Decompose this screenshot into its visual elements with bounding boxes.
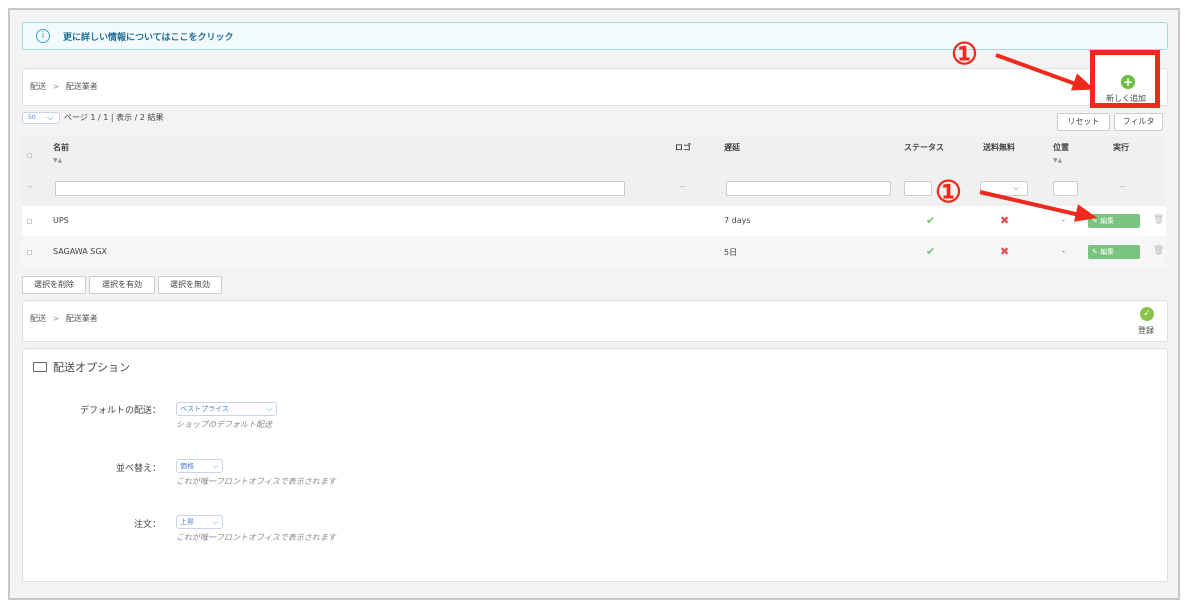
sort-by-value: 価格 xyxy=(180,462,194,470)
position-sort-arrows-icon[interactable]: ▼▲ xyxy=(1053,157,1062,164)
order-select[interactable]: 上昇 ⌵ xyxy=(176,515,223,529)
bulk-disable-button[interactable]: 選択を無効 xyxy=(158,276,222,294)
add-new-label: 新しく追加 xyxy=(1106,94,1146,103)
col-status-header: ステータス xyxy=(904,143,944,152)
free-shipping-disabled-icon[interactable]: ✖ xyxy=(1000,214,1009,227)
col-actions-header: 実行 xyxy=(1113,143,1129,152)
pagination-text: ページ 1 / 1 | 表示 / 2 結果 xyxy=(64,113,164,122)
pencil-icon: ✎ xyxy=(1092,248,1101,256)
bottom-toolbar: 配送 > 配送業者 ✓ 登録 xyxy=(22,300,1168,342)
delay-filter-input[interactable] xyxy=(726,181,891,196)
free-shipping-disabled-icon[interactable]: ✖ xyxy=(1000,245,1009,258)
col-delay-header: 遅延 xyxy=(724,143,740,152)
row-name: SAGAWA SGX xyxy=(53,247,108,256)
save-label: 登録 xyxy=(1138,326,1154,335)
sort-by-hint: これが唯一フロントオフィスで表示されます xyxy=(176,477,336,486)
chevron-down-icon: ⌵ xyxy=(212,462,218,470)
sort-by-select[interactable]: 価格 ⌵ xyxy=(176,459,223,473)
actions-filter-dash: -- xyxy=(1120,182,1126,191)
row-delay: 7 days xyxy=(724,216,751,225)
default-carrier-value: ベストプライス xyxy=(180,405,229,413)
edit-label: 編集 xyxy=(1100,248,1115,256)
reset-button[interactable]: リセット xyxy=(1057,113,1110,131)
bulk-enable-button[interactable]: 選択を有効 xyxy=(89,276,155,294)
table-row[interactable]: UPS 7 days ✔ ✖ - ✎ 編集 🗑 xyxy=(22,206,1166,236)
annotation-marker-top: ① xyxy=(951,37,978,72)
row-delay: 5日 xyxy=(724,248,738,257)
row-position: - xyxy=(1062,216,1065,225)
edit-label: 編集 xyxy=(1100,217,1115,225)
chevron-down-icon: ⌵ xyxy=(47,113,54,122)
breadcrumb-separator: > xyxy=(52,314,60,323)
row-checkbox[interactable] xyxy=(27,219,32,224)
filter-button[interactable]: フィルタ xyxy=(1114,113,1163,131)
order-value: 上昇 xyxy=(180,518,194,526)
breadcrumb: 配送 > 配送業者 xyxy=(30,81,98,92)
info-banner[interactable]: i 更に詳しい情報についてはここをクリック xyxy=(22,22,1168,50)
position-filter-input[interactable] xyxy=(1053,181,1078,196)
sort-arrows-icon[interactable]: ▼▲ xyxy=(53,157,62,164)
delete-icon[interactable]: 🗑 xyxy=(1153,215,1164,225)
info-banner-text: 更に詳しい情報についてはここをクリック xyxy=(63,33,234,43)
col-logo-header: ロゴ xyxy=(675,143,691,152)
order-hint: これが唯一フロントオフィスで表示されます xyxy=(176,533,336,542)
default-carrier-select[interactable]: ベストプライス ⌵ xyxy=(176,402,277,416)
add-new-button[interactable]: + 新しく追加 xyxy=(1090,50,1160,108)
order-label: 注文： xyxy=(133,520,161,530)
per-page-select[interactable]: 50 ⌵ xyxy=(22,112,60,124)
col-name-header[interactable]: 名前 xyxy=(53,142,69,153)
chevron-down-icon: ⌵ xyxy=(1013,183,1020,192)
status-enabled-icon[interactable]: ✔ xyxy=(926,214,935,227)
chevron-down-icon: ⌵ xyxy=(212,518,218,526)
row-name: UPS xyxy=(53,216,69,225)
breadcrumb-current: 配送業者 xyxy=(65,82,98,91)
col-position-header[interactable]: 位置 xyxy=(1053,142,1069,153)
chevron-down-icon: ⌵ xyxy=(266,405,272,413)
name-filter-input[interactable] xyxy=(55,181,625,196)
col-free-shipping-header: 送料無料 xyxy=(983,143,1015,152)
save-icon: ✓ xyxy=(1140,307,1154,321)
info-icon: i xyxy=(36,29,50,43)
breadcrumb-separator: > xyxy=(52,82,60,91)
breadcrumb-parent[interactable]: 配送 xyxy=(30,82,46,91)
row-position: - xyxy=(1062,247,1065,256)
save-button[interactable]: ✓ 登録 xyxy=(1131,305,1163,339)
truck-icon xyxy=(33,362,47,372)
bulk-delete-button[interactable]: 選択を削除 xyxy=(22,276,86,294)
logo-filter-dash: -- xyxy=(680,182,686,191)
status-enabled-icon[interactable]: ✔ xyxy=(926,245,935,258)
default-carrier-label: デフォルトの配送： xyxy=(79,406,161,416)
top-toolbar: 配送 > 配送業者 xyxy=(22,68,1168,106)
breadcrumb-current: 配送業者 xyxy=(65,314,98,323)
select-all-checkbox[interactable] xyxy=(27,153,32,158)
status-filter-select[interactable] xyxy=(904,181,932,196)
annotation-marker-row: ① xyxy=(935,175,962,210)
options-panel: 配送オプション デフォルトの配送： ベストプライス ⌵ ショップのデフォルト配送… xyxy=(22,348,1168,582)
breadcrumb: 配送 > 配送業者 xyxy=(30,313,98,324)
filter-dash: -- xyxy=(27,182,33,191)
delete-icon[interactable]: 🗑 xyxy=(1153,246,1164,256)
sort-by-label: 並べ替え： xyxy=(115,464,161,474)
options-title: 配送オプション xyxy=(53,361,130,374)
default-carrier-hint: ショップのデフォルト配送 xyxy=(176,420,272,429)
per-page-value: 50 xyxy=(28,114,36,121)
edit-button[interactable]: ✎ 編集 xyxy=(1088,245,1140,259)
table-row[interactable]: SAGAWA SGX 5日 ✔ ✖ - ✎ 編集 🗑 xyxy=(22,236,1166,268)
add-icon: + xyxy=(1121,75,1135,89)
row-checkbox[interactable] xyxy=(27,250,32,255)
breadcrumb-parent[interactable]: 配送 xyxy=(30,314,46,323)
